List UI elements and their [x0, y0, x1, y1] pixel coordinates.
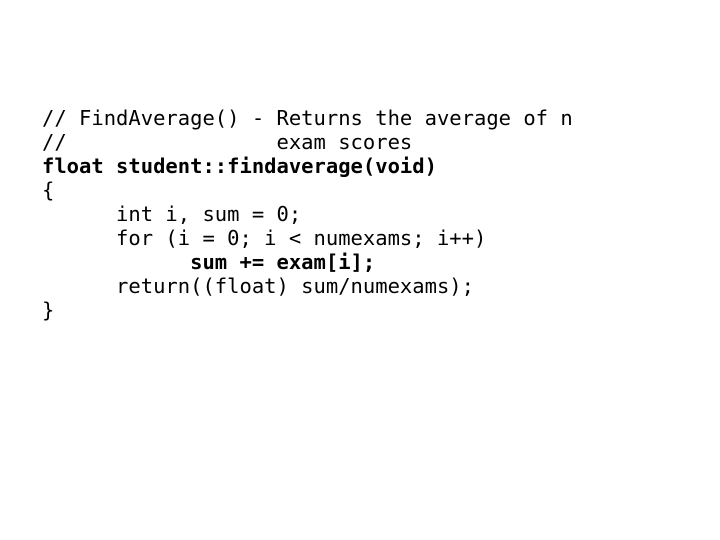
- slide-canvas: // FindAverage() - Returns the average o…: [0, 0, 720, 540]
- code-line: // exam scores: [42, 130, 413, 154]
- code-block: // FindAverage() - Returns the average o…: [42, 82, 573, 370]
- code-line: for (i = 0; i < numexams; i++): [42, 226, 487, 250]
- code-line: // FindAverage() - Returns the average o…: [42, 106, 573, 130]
- code-line: sum += exam[i];: [42, 250, 376, 274]
- code-line: float student::findaverage(void): [42, 154, 437, 178]
- code-line: {: [42, 178, 55, 202]
- code-line: return((float) sum/numexams);: [42, 274, 474, 298]
- code-line: }: [42, 298, 55, 322]
- code-line: int i, sum = 0;: [42, 202, 302, 226]
